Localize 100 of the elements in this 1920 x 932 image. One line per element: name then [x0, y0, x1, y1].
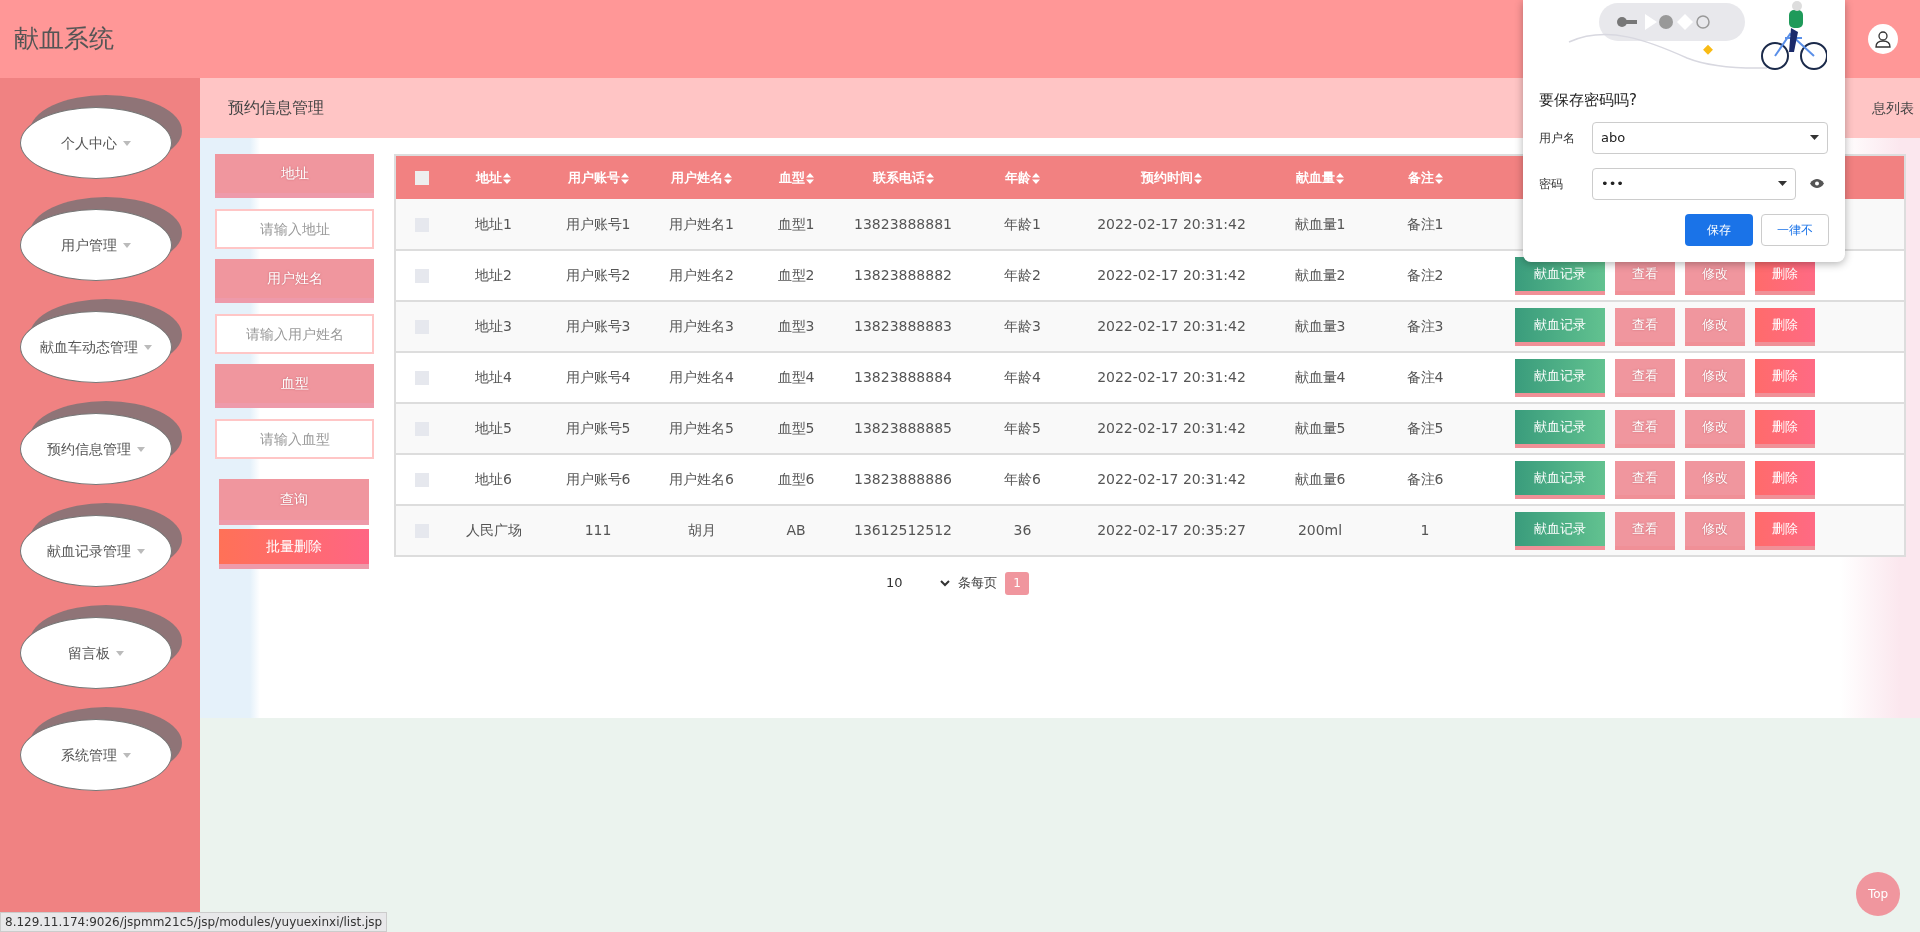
table-cell: 备注5 [1406, 420, 1444, 436]
table-cell: 2022-02-17 20:31:42 [1097, 318, 1246, 334]
action-button[interactable]: 查看 [1615, 460, 1675, 499]
sort-icon[interactable] [1434, 172, 1443, 184]
search-field[interactable]: 请输入用户姓名 [215, 314, 374, 354]
table-cell: 地址4 [475, 369, 512, 385]
action-button[interactable]: 修改 [1685, 511, 1745, 550]
record-button[interactable]: 献血记录 [1515, 307, 1605, 346]
sort-icon[interactable] [805, 172, 814, 184]
action-button[interactable]: 查看 [1615, 358, 1675, 397]
table-cell: 地址1 [475, 215, 512, 232]
table-cell: 200ml [1297, 522, 1343, 538]
delete-button[interactable]: 删除 [1755, 409, 1815, 448]
sort-icon[interactable] [724, 172, 732, 184]
eye-icon[interactable] [1810, 179, 1824, 188]
column-header[interactable]: 献血量 [1296, 169, 1335, 185]
delete-button[interactable]: 删除 [1755, 460, 1815, 499]
column-header[interactable]: 备注 [1407, 169, 1434, 185]
breadcrumb-link[interactable]: 息列表 [1872, 97, 1914, 119]
table-cell: 2022-02-17 20:31:42 [1097, 420, 1246, 436]
table-cell: 献血量1 [1294, 215, 1346, 232]
table-cell: 用户账号1 [565, 215, 631, 232]
action-button[interactable]: 修改 [1685, 307, 1745, 346]
column-header[interactable]: 血型 [778, 169, 805, 185]
page-size-select[interactable]: 10 [880, 571, 950, 595]
table-cell: 献血量3 [1294, 318, 1346, 334]
column-header[interactable]: 地址 [476, 169, 502, 185]
table-cell: 献血量4 [1294, 369, 1346, 385]
never-button[interactable]: 一律不 [1761, 213, 1829, 246]
column-header[interactable]: 预约时间 [1141, 169, 1193, 185]
action-button[interactable]: 查看 [1615, 409, 1675, 448]
caret-icon [123, 752, 131, 758]
table-cell: 年龄1 [1004, 215, 1041, 232]
table-cell: 用户姓名3 [669, 318, 734, 334]
field-label: 用户姓名 [215, 259, 374, 303]
table-cell: 地址6 [475, 471, 512, 487]
batch-delete-button[interactable]: 批量删除 [219, 529, 369, 569]
password-field[interactable]: ••• [1592, 167, 1796, 200]
table-cell: 13823888885 [854, 420, 952, 436]
username-field[interactable]: abo [1592, 121, 1828, 154]
table-cell: 2022-02-17 20:35:27 [1097, 522, 1246, 538]
action-button[interactable]: 查看 [1615, 511, 1675, 550]
action-button[interactable]: 修改 [1685, 409, 1745, 448]
search-field[interactable]: 请输入地址 [215, 209, 374, 249]
record-button[interactable]: 献血记录 [1515, 511, 1605, 550]
column-header[interactable]: 年龄 [1005, 169, 1031, 185]
select-all-checkbox[interactable] [414, 171, 429, 186]
delete-button[interactable]: 删除 [1755, 511, 1815, 550]
breadcrumb-title: 预约信息管理 [228, 97, 324, 119]
action-button[interactable]: 修改 [1685, 358, 1745, 397]
action-button[interactable]: 查看 [1615, 307, 1675, 346]
sort-icon[interactable] [1032, 172, 1040, 184]
table-cell: 用户账号5 [565, 420, 631, 436]
field-label: 密码 [1539, 175, 1564, 193]
table-cell: 用户账号2 [565, 267, 631, 283]
row-checkbox[interactable] [414, 371, 429, 385]
chevron-icon [940, 579, 950, 587]
sort-icon[interactable] [1336, 172, 1344, 184]
delete-button[interactable]: 删除 [1755, 358, 1815, 397]
record-button[interactable]: 献血记录 [1515, 409, 1605, 448]
delete-button[interactable]: 删除 [1755, 307, 1815, 346]
table-cell: 用户账号6 [565, 471, 631, 487]
table-cell: 人民广场 [465, 522, 522, 538]
sort-icon[interactable] [1194, 172, 1202, 184]
table-cell: 备注1 [1406, 215, 1444, 232]
table-cell: 2022-02-17 20:31:42 [1097, 215, 1246, 232]
caret-icon [116, 650, 124, 656]
table-cell: 血型2 [777, 267, 815, 283]
sort-icon[interactable] [925, 172, 934, 184]
table-cell: 地址5 [475, 420, 512, 436]
back-to-top-button[interactable]: Top [1856, 872, 1900, 916]
table-cell: AB [786, 522, 806, 538]
record-button[interactable]: 献血记录 [1515, 460, 1605, 499]
search-button[interactable]: 查询 [219, 479, 369, 525]
sort-icon[interactable] [620, 172, 629, 184]
caret-icon [137, 548, 145, 554]
sort-icon[interactable] [503, 172, 511, 184]
user-icon[interactable] [1868, 24, 1898, 54]
row-checkbox[interactable] [414, 269, 429, 283]
table-cell: 地址2 [475, 267, 512, 283]
table-cell: 1 [1420, 522, 1430, 538]
action-button[interactable]: 修改 [1685, 460, 1745, 499]
table-cell: 13612512512 [854, 522, 952, 538]
row-checkbox[interactable] [414, 473, 429, 487]
field-label: 用户名 [1539, 129, 1576, 147]
record-button[interactable]: 献血记录 [1515, 358, 1605, 397]
column-header[interactable]: 联系电话 [872, 169, 925, 185]
field-label: 血型 [215, 364, 374, 408]
dropdown-icon [1810, 135, 1819, 140]
table-cell: 血型6 [777, 471, 815, 487]
save-button[interactable]: 保存 [1685, 213, 1753, 246]
table-cell: 献血量5 [1294, 420, 1346, 436]
table-cell: 备注3 [1406, 318, 1444, 334]
caret-icon [144, 344, 152, 350]
table-cell: 备注4 [1406, 369, 1444, 385]
table-cell: 年龄3 [1004, 318, 1041, 334]
search-field[interactable]: 请输入血型 [215, 419, 374, 459]
column-header[interactable]: 用户账号 [567, 169, 620, 185]
page-button[interactable]: 1 [1005, 571, 1029, 595]
table-cell: 血型1 [777, 215, 815, 232]
